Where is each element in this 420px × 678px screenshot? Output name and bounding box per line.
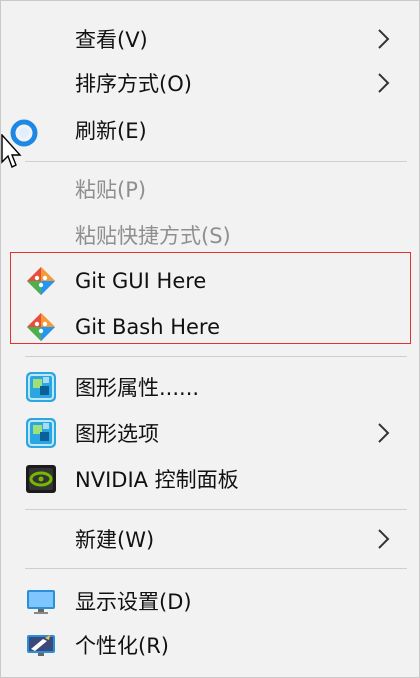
menu-item-nvidia-control-panel[interactable]: NVIDIA 控制面板: [1, 457, 419, 501]
menu-item-view[interactable]: 查看(V): [1, 17, 419, 61]
nvidia-icon: [26, 465, 56, 493]
menu-item-display-settings[interactable]: 显示设置(D): [1, 579, 419, 623]
menu-item-label: 粘贴(P): [75, 178, 147, 202]
intel-graphics-icon: [26, 372, 56, 402]
menu-item-new[interactable]: 新建(W): [1, 517, 419, 561]
menu-item-label: 显示设置(D): [75, 590, 192, 614]
menu-item-sort-by[interactable]: 排序方式(O): [1, 61, 419, 105]
context-menu: 查看(V) 排序方式(O) 刷新(E) 粘贴(P) 粘贴快捷方式(S) Git …: [0, 0, 420, 678]
git-gui-icon: [27, 267, 55, 295]
menu-item-label: Git GUI Here: [75, 269, 207, 293]
chevron-right-icon: [378, 423, 390, 443]
menu-item-git-bash-here[interactable]: Git Bash Here: [1, 305, 419, 349]
personalize-icon: [27, 635, 55, 656]
menu-item-label: 图形属性......: [75, 376, 200, 400]
menu-item-label: Git Bash Here: [75, 315, 221, 339]
menu-item-label: 查看(V): [75, 28, 148, 52]
menu-item-git-gui-here[interactable]: Git GUI Here: [1, 259, 419, 303]
menu-item-personalize[interactable]: 个性化(R): [1, 623, 419, 667]
menu-item-paste-shortcut[interactable]: 粘贴快捷方式(S): [1, 213, 419, 257]
menu-separator: [25, 356, 407, 357]
menu-item-label: 粘贴快捷方式(S): [75, 224, 231, 248]
intel-graphics-options-icon: [26, 418, 56, 448]
menu-item-label: NVIDIA 控制面板: [75, 468, 239, 492]
menu-item-label: 排序方式(O): [75, 72, 192, 96]
menu-separator: [25, 161, 407, 162]
menu-item-label: 刷新(E): [75, 119, 147, 143]
menu-item-label: 图形选项: [75, 422, 159, 446]
menu-item-refresh[interactable]: 刷新(E): [1, 108, 419, 152]
menu-item-graphics-properties[interactable]: 图形属性......: [1, 365, 419, 409]
chevron-right-icon: [378, 73, 390, 93]
menu-item-paste[interactable]: 粘贴(P): [1, 167, 419, 211]
git-bash-icon: [27, 313, 55, 341]
menu-item-graphics-options[interactable]: 图形选项: [1, 411, 419, 455]
menu-item-label: 新建(W): [75, 528, 155, 552]
menu-item-label: 个性化(R): [75, 634, 169, 658]
chevron-right-icon: [378, 529, 390, 549]
mouse-cursor-icon: [1, 134, 22, 168]
menu-separator: [25, 568, 407, 569]
chevron-right-icon: [378, 29, 390, 49]
display-settings-icon: [27, 590, 55, 614]
menu-separator: [25, 509, 407, 510]
